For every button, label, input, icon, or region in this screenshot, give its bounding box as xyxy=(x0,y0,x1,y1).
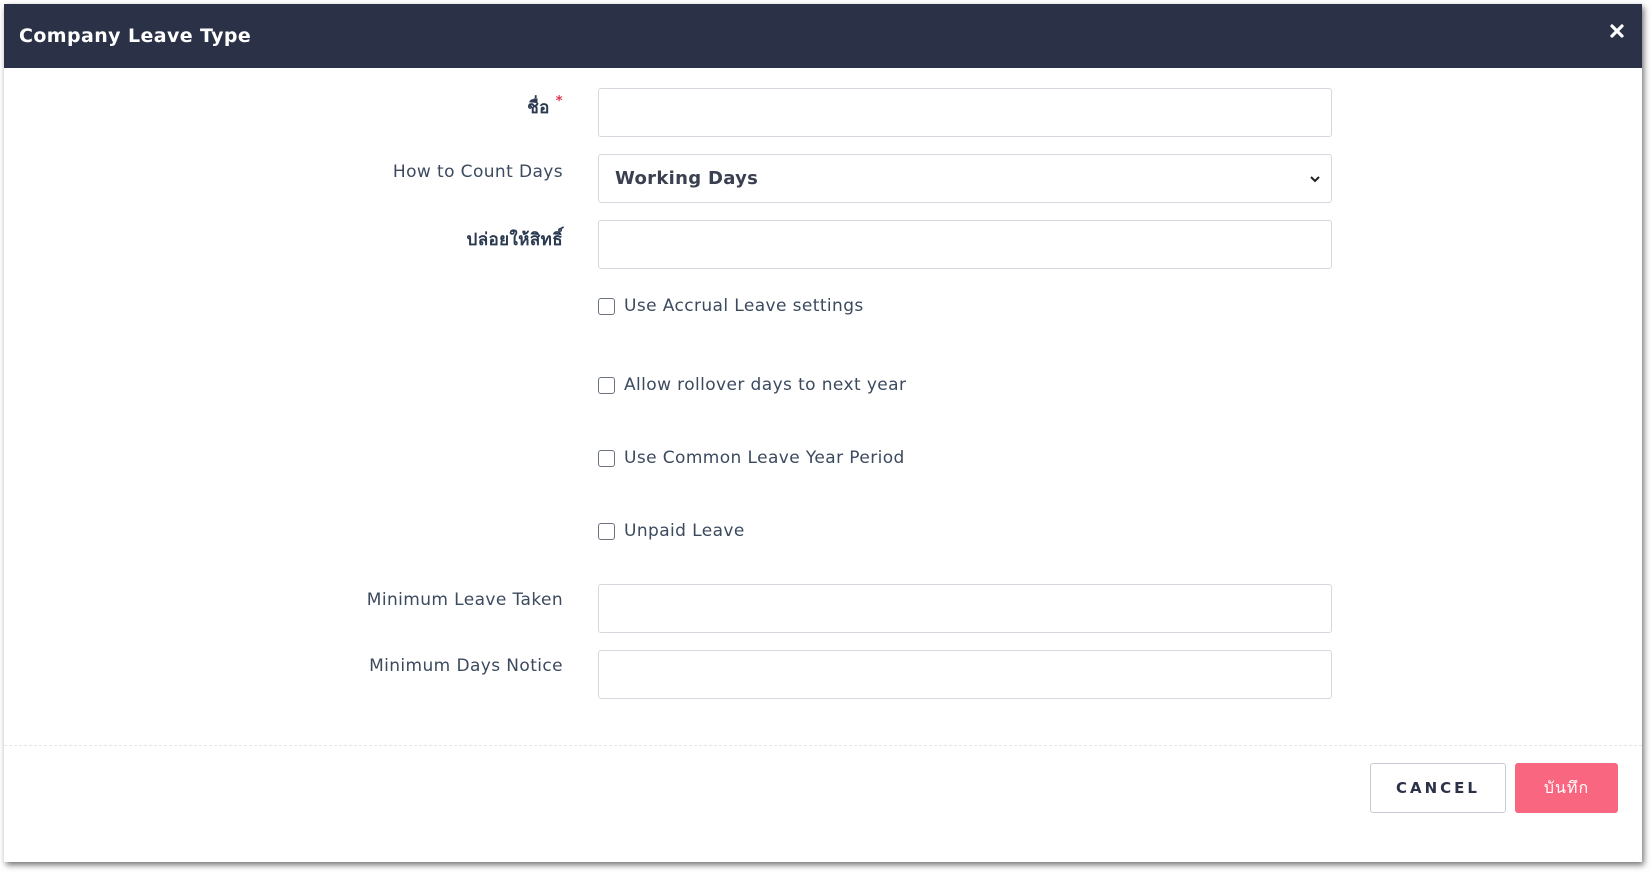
min-leave-taken-label: Minimum Leave Taken xyxy=(366,590,563,610)
footer-divider xyxy=(4,745,1642,746)
name-input[interactable] xyxy=(598,88,1332,137)
min-days-notice-input[interactable] xyxy=(598,650,1332,699)
release-right-input[interactable] xyxy=(598,220,1332,269)
checkbox-box[interactable] xyxy=(598,449,615,467)
allow-rollover-label: Allow rollover days to next year xyxy=(624,375,907,395)
save-button[interactable]: บันทึก xyxy=(1515,763,1618,813)
close-icon[interactable] xyxy=(1606,20,1628,42)
allow-rollover-checkbox[interactable]: Allow rollover days to next year xyxy=(598,375,906,395)
release-right-label: ปล่อยให้สิทธิ์ xyxy=(466,230,563,250)
common-leave-year-checkbox[interactable]: Use Common Leave Year Period xyxy=(598,448,905,468)
chevron-down-icon xyxy=(1310,176,1320,183)
dialog-body: ชื่อ * How to Count Days Working Days ปล่… xyxy=(4,68,1642,745)
leave-type-dialog: Company Leave Type ชื่อ * How to Count Da… xyxy=(4,4,1642,862)
cancel-button[interactable]: CANCEL xyxy=(1370,763,1506,813)
checkbox-box[interactable] xyxy=(598,522,615,540)
checkbox-box[interactable] xyxy=(598,376,615,394)
dialog-header: Company Leave Type xyxy=(4,4,1642,68)
name-label: ชื่อ * xyxy=(527,94,563,118)
common-leave-year-label: Use Common Leave Year Period xyxy=(624,448,905,468)
min-leave-taken-input[interactable] xyxy=(598,584,1332,633)
required-mark: * xyxy=(555,94,563,109)
checkbox-box[interactable] xyxy=(598,297,615,315)
use-accrual-checkbox[interactable]: Use Accrual Leave settings xyxy=(598,296,864,316)
count-days-label: How to Count Days xyxy=(392,162,563,182)
unpaid-leave-label: Unpaid Leave xyxy=(624,521,745,541)
unpaid-leave-checkbox[interactable]: Unpaid Leave xyxy=(598,521,745,541)
use-accrual-label: Use Accrual Leave settings xyxy=(624,296,864,316)
min-days-notice-label: Minimum Days Notice xyxy=(369,656,563,676)
dialog-title: Company Leave Type xyxy=(19,25,252,47)
count-days-selected-value: Working Days xyxy=(615,168,759,189)
count-days-select[interactable]: Working Days xyxy=(598,154,1332,203)
